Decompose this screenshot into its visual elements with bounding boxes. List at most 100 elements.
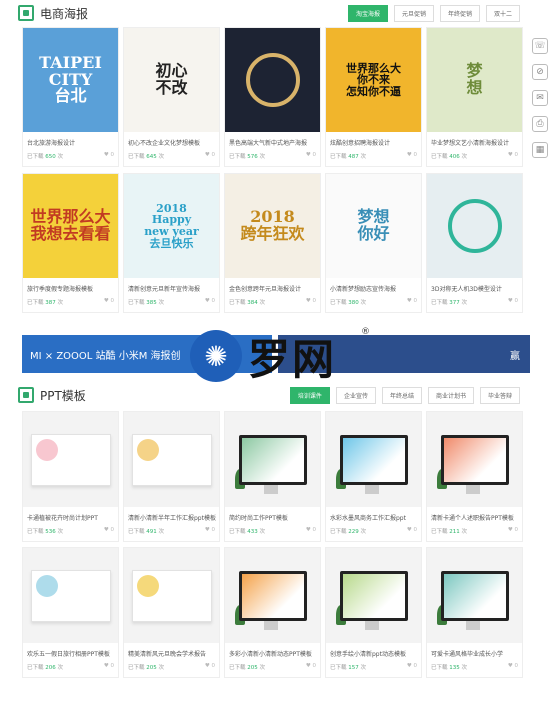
ppt-thumbnail[interactable]: [23, 412, 118, 507]
card-title[interactable]: 旅行季度假专题海报模板: [23, 278, 118, 295]
favorite-count[interactable]: ♥ 0: [205, 298, 215, 306]
card-title[interactable]: 清新小清新半年工作汇报ppt模板: [124, 507, 219, 524]
ppt-card[interactable]: 多彩小清新小清新动态PPT模板 已下载 205 次 ♥ 0: [224, 547, 321, 678]
card-title[interactable]: 欢乐五一假日旅行相册PPT模板: [23, 643, 118, 660]
card-title[interactable]: 多彩小清新小清新动态PPT模板: [225, 643, 320, 660]
favorite-count[interactable]: ♥ 0: [407, 152, 417, 160]
favorite-count[interactable]: ♥ 0: [306, 527, 316, 535]
poster-card[interactable]: 世界那么大 你不来 怎知你不逼 炫酷创意招聘海报设计 已下载 487 次 ♥ 0: [325, 27, 422, 167]
poster-card[interactable]: 2018 跨年狂欢 金色创意跨年元旦海报设计 已下载 384 次 ♥ 0: [224, 173, 321, 313]
ecommerce-tab[interactable]: 年终促销: [439, 4, 480, 22]
poster-card[interactable]: 初心 不改 初心不改企业文化梦想模板 已下载 645 次 ♥ 0: [123, 27, 220, 167]
heart-icon[interactable]: ♥: [508, 527, 515, 533]
heart-icon[interactable]: ♥: [104, 663, 111, 669]
ppt-card[interactable]: 简约时尚工作PPT模板 已下载 433 次 ♥ 0: [224, 411, 321, 542]
card-title[interactable]: 金色创意跨年元旦海报设计: [225, 278, 320, 295]
poster-card[interactable]: 梦 想毕业梦想文艺小清新海报设计 已下载 406 次 ♥ 0: [426, 27, 523, 167]
favorite-count[interactable]: ♥ 0: [508, 152, 518, 160]
favorite-count[interactable]: ♥ 0: [407, 298, 417, 306]
ppt-tab[interactable]: 商业计划书: [427, 386, 474, 404]
card-title[interactable]: 水彩水墨风商务工作汇报ppt: [326, 507, 421, 524]
heart-icon[interactable]: ♥: [205, 298, 212, 304]
ppt-thumbnail[interactable]: [225, 412, 320, 507]
heart-icon[interactable]: ♥: [508, 298, 515, 304]
favorite-count[interactable]: ♥ 0: [104, 152, 114, 160]
ppt-card[interactable]: 创意手绘小清新ppt动态模板 已下载 157 次 ♥ 0: [325, 547, 422, 678]
print-icon[interactable]: ⎙: [532, 116, 548, 132]
favorite-count[interactable]: ♥ 0: [508, 298, 518, 306]
ppt-thumbnail[interactable]: [326, 548, 421, 643]
heart-icon[interactable]: ♥: [508, 152, 515, 158]
ppt-card[interactable]: 可爱卡通风格毕业成长小学 已下载 135 次 ♥ 0: [426, 547, 523, 678]
compass-icon[interactable]: ⊘: [532, 64, 548, 80]
ppt-thumbnail[interactable]: [427, 412, 522, 507]
poster-thumbnail[interactable]: 梦 想: [427, 28, 522, 132]
poster-card[interactable]: 3D对称无人机3D模型设计 已下载 377 次 ♥ 0: [426, 173, 523, 313]
card-title[interactable]: 卡通植被花卉时尚计划PPT: [23, 507, 118, 524]
poster-thumbnail[interactable]: 世界那么大 我想去看看: [23, 174, 118, 278]
card-title[interactable]: 精美清新风元旦晚会学术报告: [124, 643, 219, 660]
heart-icon[interactable]: ♥: [306, 152, 313, 158]
card-title[interactable]: 台北旅游海报设计: [23, 132, 118, 149]
heart-icon[interactable]: ♥: [508, 663, 515, 669]
heart-icon[interactable]: ♥: [306, 527, 313, 533]
poster-card[interactable]: 黑色高端大气新中式地产海报 已下载 576 次 ♥ 0: [224, 27, 321, 167]
card-title[interactable]: 可爱卡通风格毕业成长小学: [427, 643, 522, 660]
favorite-count[interactable]: ♥ 0: [508, 663, 518, 671]
heart-icon[interactable]: ♥: [104, 298, 111, 304]
ppt-card[interactable]: 清新小清新半年工作汇报ppt模板 已下载 491 次 ♥ 0: [123, 411, 220, 542]
favorite-count[interactable]: ♥ 0: [306, 152, 316, 160]
ppt-tab[interactable]: 培训课件: [289, 386, 330, 404]
ppt-card[interactable]: 水彩水墨风商务工作汇报ppt 已下载 229 次 ♥ 0: [325, 411, 422, 542]
card-title[interactable]: 黑色高端大气新中式地产海报: [225, 132, 320, 149]
favorite-count[interactable]: ♥ 0: [205, 152, 215, 160]
poster-thumbnail[interactable]: [427, 174, 522, 278]
heart-icon[interactable]: ♥: [306, 663, 313, 669]
heart-icon[interactable]: ♥: [104, 527, 111, 533]
heart-icon[interactable]: ♥: [205, 152, 212, 158]
ppt-thumbnail[interactable]: [326, 412, 421, 507]
card-title[interactable]: 初心不改企业文化梦想模板: [124, 132, 219, 149]
heart-icon[interactable]: ♥: [104, 152, 111, 158]
favorite-count[interactable]: ♥ 0: [205, 527, 215, 535]
ppt-tab[interactable]: 年终总结: [381, 386, 422, 404]
ecommerce-tab[interactable]: 元旦促销: [393, 4, 434, 22]
card-title[interactable]: 清新卡通个人述职报告PPT模板: [427, 507, 522, 524]
ppt-card[interactable]: 卡通植被花卉时尚计划PPT 已下载 536 次 ♥ 0: [22, 411, 119, 542]
heart-icon[interactable]: ♥: [205, 527, 212, 533]
ppt-card[interactable]: 欢乐五一假日旅行相册PPT模板 已下载 206 次 ♥ 0: [22, 547, 119, 678]
message-icon[interactable]: ✉: [532, 90, 548, 106]
service-icon[interactable]: ☏: [532, 38, 548, 54]
poster-thumbnail[interactable]: 2018 跨年狂欢: [225, 174, 320, 278]
favorite-count[interactable]: ♥ 0: [508, 527, 518, 535]
poster-thumbnail[interactable]: 2018 Happy new year 去旦快乐: [124, 174, 219, 278]
favorite-count[interactable]: ♥ 0: [104, 663, 114, 671]
ppt-thumbnail[interactable]: [23, 548, 118, 643]
poster-thumbnail[interactable]: [225, 28, 320, 132]
favorite-count[interactable]: ♥ 0: [104, 527, 114, 535]
ecommerce-tab[interactable]: 淘宝海报: [347, 4, 388, 22]
heart-icon[interactable]: ♥: [407, 527, 414, 533]
favorite-count[interactable]: ♥ 0: [306, 298, 316, 306]
card-title[interactable]: 3D对称无人机3D模型设计: [427, 278, 522, 295]
poster-card[interactable]: 2018 Happy new year 去旦快乐 清新创意元旦新年宣传海报 已下载 …: [123, 173, 220, 313]
ppt-card[interactable]: 精美清新风元旦晚会学术报告 已下载 205 次 ♥ 0: [123, 547, 220, 678]
favorite-count[interactable]: ♥ 0: [306, 663, 316, 671]
ppt-thumbnail[interactable]: [427, 548, 522, 643]
poster-thumbnail[interactable]: 梦想 你好: [326, 174, 421, 278]
heart-icon[interactable]: ♥: [306, 298, 313, 304]
poster-card[interactable]: 世界那么大 我想去看看 旅行季度假专题海报模板 已下载 387 次 ♥ 0: [22, 173, 119, 313]
poster-thumbnail[interactable]: 世界那么大 你不来 怎知你不逼: [326, 28, 421, 132]
card-title[interactable]: 清新创意元旦新年宣传海报: [124, 278, 219, 295]
card-title[interactable]: 毕业梦想文艺小清新海报设计: [427, 132, 522, 149]
card-title[interactable]: 创意手绘小清新ppt动态模板: [326, 643, 421, 660]
ppt-thumbnail[interactable]: [225, 548, 320, 643]
ppt-thumbnail[interactable]: [124, 412, 219, 507]
poster-thumbnail[interactable]: TAIPEI CITY 台北: [23, 28, 118, 132]
favorite-count[interactable]: ♥ 0: [407, 663, 417, 671]
favorite-count[interactable]: ♥ 0: [104, 298, 114, 306]
qr-icon[interactable]: ▦: [532, 142, 548, 158]
heart-icon[interactable]: ♥: [407, 663, 414, 669]
poster-card[interactable]: TAIPEI CITY 台北 台北旅游海报设计 已下载 650 次 ♥ 0: [22, 27, 119, 167]
ppt-card[interactable]: 清新卡通个人述职报告PPT模板 已下载 211 次 ♥ 0: [426, 411, 523, 542]
